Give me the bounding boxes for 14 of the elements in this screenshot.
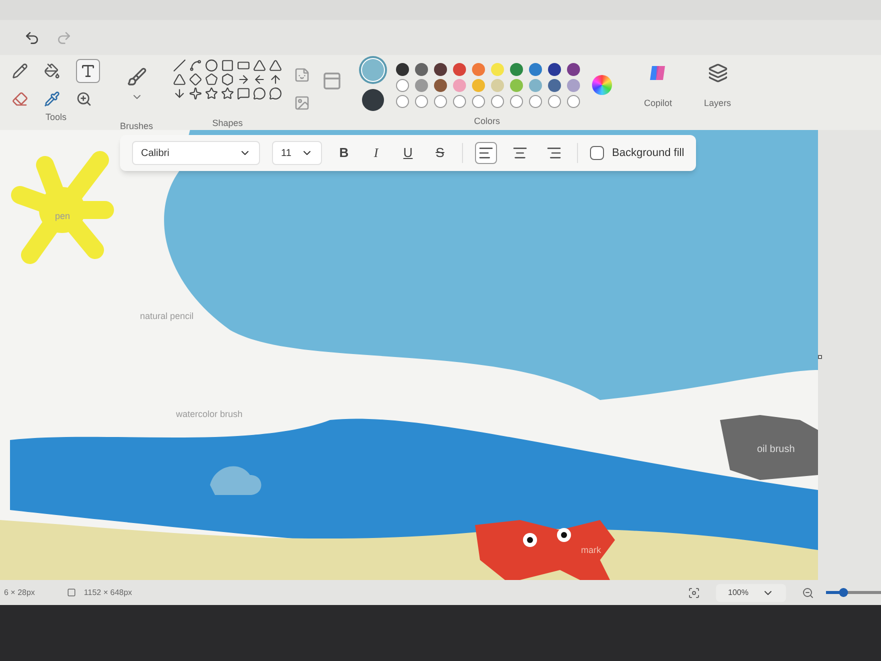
canvas-label: pen (55, 210, 70, 223)
canvas-size: 1152 × 648px (84, 586, 132, 598)
canvas-label: oil brush (757, 443, 795, 457)
canvas-label: natural pencil (140, 310, 194, 323)
cursor-position: 6 × 28px (4, 586, 35, 598)
canvas-label: mark (581, 544, 601, 557)
checkbox-label: Background fill (612, 146, 684, 161)
group-label: Tools (45, 111, 66, 124)
group-label: Copilot (644, 97, 672, 110)
group-label: Shapes (212, 118, 243, 128)
canvas-label: watercolor brush (176, 408, 243, 421)
group-label: Colors (474, 115, 500, 128)
group-label: Brushes (120, 121, 154, 131)
group-label: Layers (704, 97, 732, 110)
